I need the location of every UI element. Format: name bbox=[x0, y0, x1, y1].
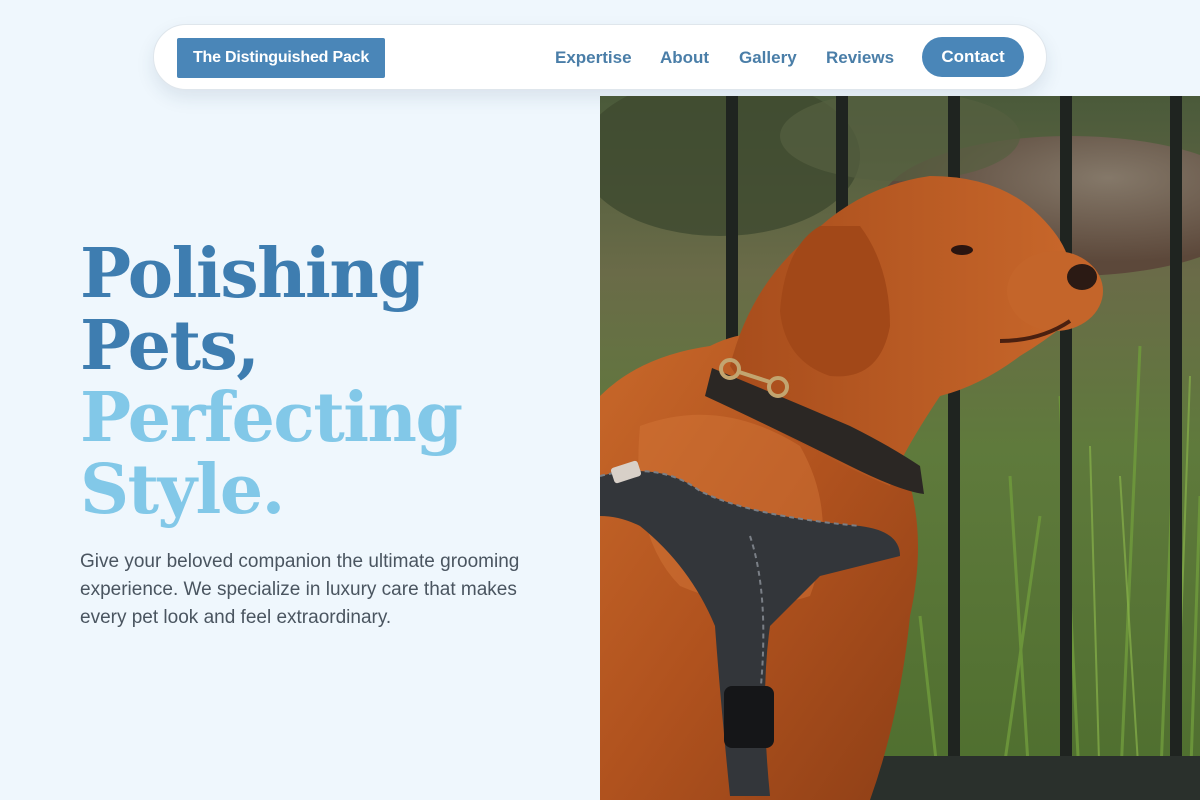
nav-links: Expertise About Gallery Reviews bbox=[154, 25, 1046, 91]
headline-line: Polishing bbox=[80, 234, 425, 314]
headline-line-accent: Style. bbox=[80, 450, 285, 530]
headline-line: Pets, bbox=[80, 306, 260, 386]
nav-link-reviews[interactable]: Reviews bbox=[826, 48, 894, 68]
nav-link-gallery[interactable]: Gallery bbox=[739, 48, 797, 68]
headline-line-accent: Perfecting bbox=[80, 378, 463, 458]
nav-link-about[interactable]: About bbox=[660, 48, 709, 68]
contact-button[interactable]: Contact bbox=[922, 37, 1024, 77]
hero-description: Give your beloved companion the ultimate… bbox=[80, 551, 520, 628]
top-navigation: The Distinguished Pack Expertise About G… bbox=[153, 24, 1047, 90]
nav-link-expertise[interactable]: Expertise bbox=[555, 48, 632, 68]
hero-dog-photo bbox=[600, 96, 1200, 800]
dog-illustration bbox=[600, 96, 1200, 800]
hero-headline: Polishing Pets, Perfecting Style. bbox=[80, 238, 600, 526]
